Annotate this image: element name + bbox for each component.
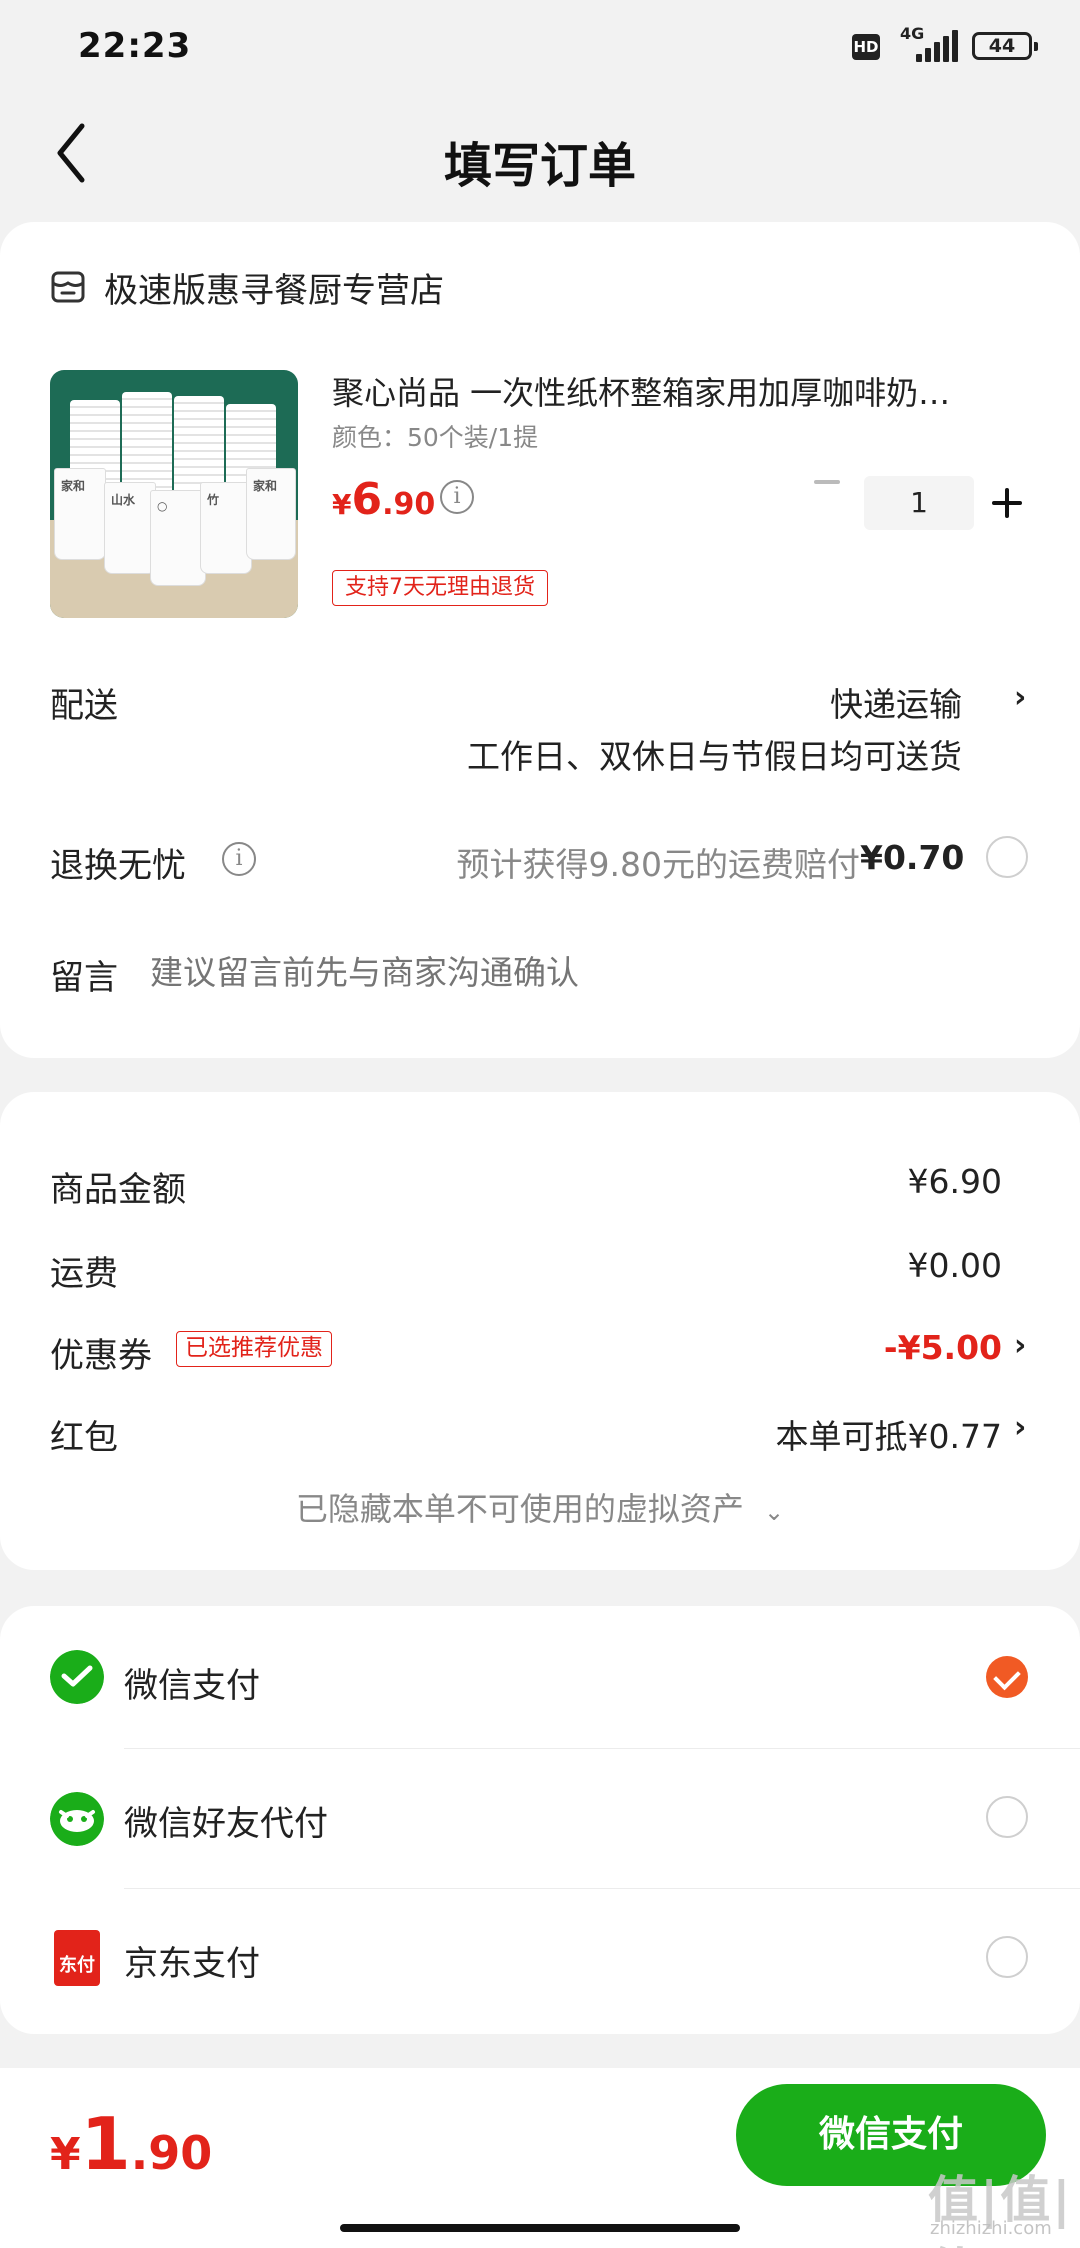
shipping-value: ¥0.00 <box>907 1246 1002 1285</box>
price-symbol: ¥ <box>332 488 352 521</box>
jd-pay-icon-text: 东付 <box>59 1955 95 1976</box>
delivery-label: 配送 <box>50 686 118 726</box>
message-label: 留言 <box>50 958 118 998</box>
product-image[interactable]: 家和 山水 ○ 竹 家和 <box>50 370 298 618</box>
payment-label: 微信支付 <box>124 1666 260 1706</box>
product-title[interactable]: 聚心尚品 一次性纸杯整箱家用加厚咖啡奶… <box>332 368 1032 414</box>
status-time: 22:23 <box>78 26 192 66</box>
coupon-value[interactable]: -¥5.00 <box>800 1328 1002 1367</box>
coupon-label: 优惠券 <box>50 1336 152 1376</box>
return-policy-badge: 支持7天无理由退货 <box>332 570 548 606</box>
hidden-assets-toggle[interactable]: 已隐藏本单不可使用的虚拟资产 ⌄ <box>0 1484 1080 1530</box>
red-packet-value[interactable]: 本单可抵¥0.77 <box>700 1410 1002 1458</box>
delivery-note: 工作日、双休日与节假日均可送货 <box>467 737 962 776</box>
nav-bar: 填写订单 <box>0 96 1080 222</box>
total-price: ¥ 1 .90 <box>50 2102 212 2186</box>
payment-label: 微信好友代付 <box>124 1804 328 1844</box>
divider <box>124 1748 1080 1749</box>
chevron-right-icon[interactable]: › <box>1014 1410 1026 1445</box>
product-spec[interactable]: 颜色：50个装/1提 <box>332 418 538 454</box>
order-card: 极速版惠寻餐厨专营店 家和 山水 ○ 竹 家和 聚心尚品 一次性纸杯整箱家用加厚… <box>0 222 1080 1058</box>
battery-icon: 44 <box>972 32 1038 60</box>
signal-icon <box>916 30 958 62</box>
quantity-increase-button[interactable] <box>992 488 1022 518</box>
goods-amount-value: ¥6.90 <box>907 1162 1002 1201</box>
home-indicator[interactable] <box>340 2224 740 2232</box>
payment-radio[interactable] <box>986 1936 1028 1978</box>
total-symbol: ¥ <box>50 2129 81 2180</box>
return-insurance-info-icon[interactable]: i <box>222 842 256 876</box>
return-insurance-radio[interactable] <box>986 836 1028 878</box>
quantity-input[interactable]: 1 <box>864 476 974 530</box>
shipping-label: 运费 <box>50 1254 118 1294</box>
return-insurance-desc: 预计获得9.80元的运费赔付 <box>456 845 860 884</box>
chevron-right-icon[interactable]: › <box>1014 680 1026 715</box>
payment-radio-checked[interactable] <box>986 1656 1028 1698</box>
hidden-assets-text: 已隐藏本单不可使用的虚拟资产 <box>295 1490 744 1528</box>
divider <box>124 1888 1080 1889</box>
payment-option-jd[interactable]: 东付 京东支付 <box>0 1890 1080 2026</box>
hd-icon: HD <box>852 34 880 60</box>
store-icon <box>51 271 85 303</box>
store-row[interactable]: 极速版惠寻餐厨专营店 <box>50 262 444 312</box>
price-info-icon[interactable]: i <box>440 480 474 514</box>
red-packet-label: 红包 <box>50 1418 118 1458</box>
jd-pay-icon: 东付 <box>54 1930 100 1986</box>
product-price: ¥ 6 .90 <box>332 474 435 525</box>
total-integer: 1 <box>80 2102 131 2186</box>
payment-label: 京东支付 <box>124 1944 260 1984</box>
chevron-down-icon: ⌄ <box>764 1498 785 1526</box>
chevron-right-icon[interactable]: › <box>1014 1328 1026 1363</box>
watermark-url: zhizhizhi.com <box>930 2218 1052 2239</box>
store-name: 极速版惠寻餐厨专营店 <box>104 270 444 311</box>
total-decimal: .90 <box>130 2126 213 2180</box>
payment-option-friend[interactable]: 微信好友代付 <box>0 1750 1080 1886</box>
return-insurance-label: 退换无忧 <box>50 846 186 886</box>
price-integer: 6 <box>351 474 383 525</box>
friend-pay-icon <box>50 1792 104 1846</box>
page-title: 填写订单 <box>443 138 636 194</box>
payment-radio[interactable] <box>986 1796 1028 1838</box>
quantity-decrease-button[interactable] <box>810 478 846 488</box>
wechat-pay-icon <box>50 1650 104 1704</box>
message-input[interactable] <box>150 942 1030 1002</box>
coupon-badge: 已选推荐优惠 <box>176 1331 332 1367</box>
status-bar: 22:23 HD 4G 44 <box>0 0 1080 96</box>
payment-option-wechat[interactable]: 微信支付 <box>0 1606 1080 1746</box>
price-decimal: .90 <box>382 487 436 522</box>
return-insurance-price: ¥0.70 <box>860 838 965 877</box>
goods-amount-label: 商品金额 <box>50 1170 186 1210</box>
delivery-method[interactable]: 快递运输 <box>700 678 962 726</box>
